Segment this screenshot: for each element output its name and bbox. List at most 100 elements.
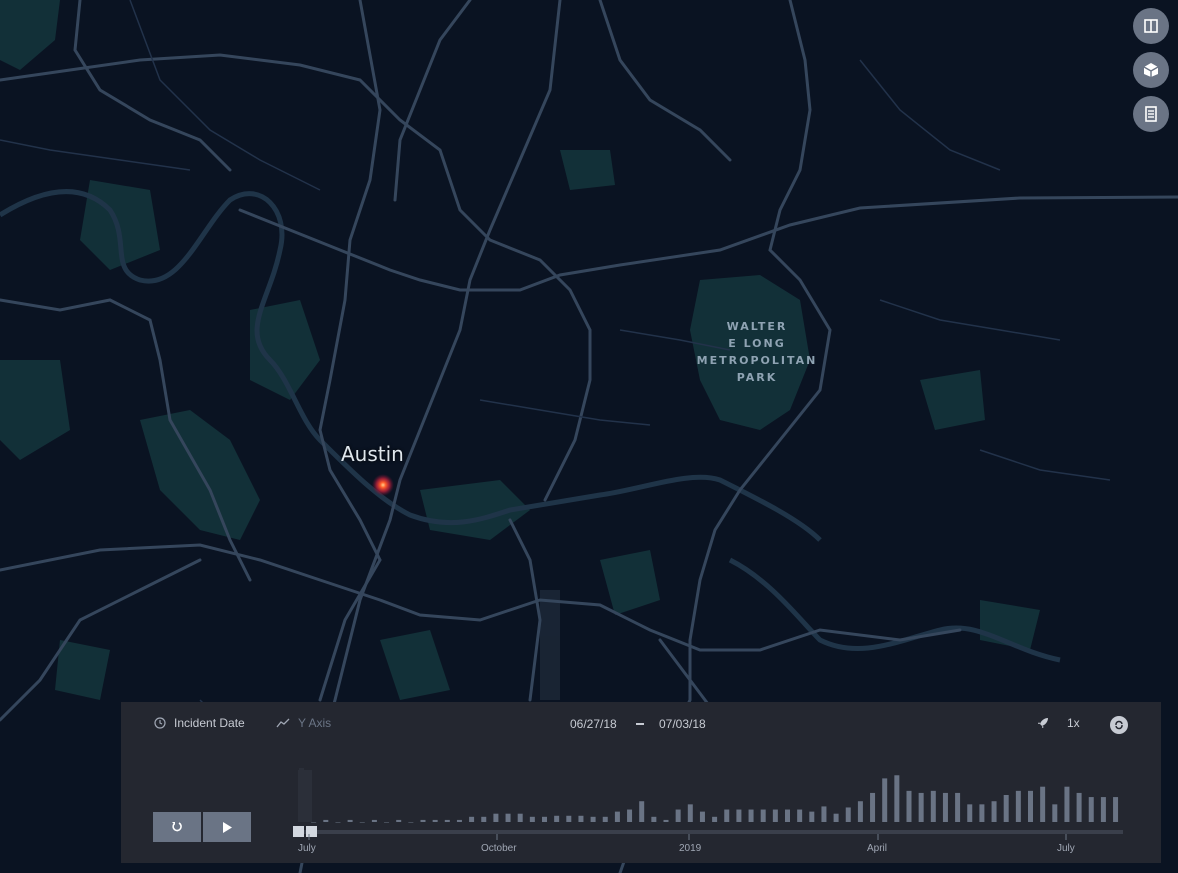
date-separator — [636, 723, 644, 725]
histogram-bar — [1076, 792, 1082, 822]
histogram-bar — [979, 804, 985, 822]
histogram-bar — [785, 809, 790, 822]
play-icon — [223, 821, 232, 833]
histogram-bar — [335, 822, 341, 823]
histogram-bar — [918, 792, 924, 822]
city-label: Austin — [341, 442, 404, 466]
sync-button[interactable] — [1110, 716, 1128, 734]
histogram-bar — [821, 806, 827, 822]
tick-label: July — [1057, 843, 1075, 854]
histogram-bar — [469, 816, 475, 822]
time-field-label: Incident Date — [174, 716, 245, 730]
histogram-bar — [1003, 795, 1009, 822]
legend-button[interactable] — [1133, 96, 1169, 132]
histogram-bar — [614, 811, 620, 822]
histogram-bar — [639, 801, 645, 822]
histogram-bar — [347, 819, 353, 822]
park-label: WALTER E LONG METROPOLITAN PARK — [695, 318, 819, 386]
histogram-bar — [1052, 804, 1058, 822]
histogram-bar — [554, 815, 560, 822]
histogram-bar — [396, 819, 402, 822]
histogram-bar — [991, 801, 997, 822]
date-end[interactable]: 07/03/18 — [659, 717, 706, 731]
histogram-bar — [894, 775, 900, 822]
tick-label: July — [298, 843, 316, 854]
park-label-line: E LONG — [728, 337, 786, 350]
histogram-bar — [1040, 786, 1046, 822]
timeline-panel: Incident Date Y Axis 06/27/18 07/03/18 1… — [121, 702, 1161, 863]
range-start-handle[interactable] — [293, 826, 304, 837]
histogram-bar — [748, 809, 754, 822]
histogram-bar — [736, 809, 742, 822]
histogram-bar — [517, 813, 523, 822]
histogram-bar — [542, 816, 547, 822]
histogram-bar — [299, 768, 304, 822]
histogram-bar — [602, 816, 608, 822]
histogram-bar — [687, 804, 693, 822]
histogram-bar — [699, 811, 705, 822]
histogram-bar — [955, 792, 961, 822]
tick-label: April — [867, 843, 888, 854]
histogram-bar — [906, 790, 912, 822]
histogram-bar — [712, 816, 718, 822]
histogram-bar — [1088, 797, 1094, 822]
histogram-bar — [311, 822, 317, 823]
histogram-bar — [942, 792, 948, 822]
histogram[interactable] — [293, 762, 1123, 852]
histogram-bar — [772, 809, 778, 822]
y-axis-selector[interactable]: Y Axis — [276, 716, 331, 730]
tick-label: 2019 — [679, 843, 702, 854]
park-label-line: METROPOLITAN — [696, 354, 818, 367]
incident-hotspot — [372, 474, 394, 496]
split-map-button[interactable] — [1133, 8, 1169, 44]
histogram-bar — [408, 822, 414, 823]
reset-button[interactable] — [153, 812, 201, 842]
histogram-bar — [627, 809, 633, 822]
timeline-track[interactable] — [293, 830, 1123, 834]
histogram-bar — [359, 822, 365, 823]
reset-icon — [172, 822, 182, 832]
tick-label: October — [481, 843, 517, 854]
histogram-bar — [432, 819, 438, 822]
histogram-bar — [724, 809, 730, 822]
histogram-bar — [870, 792, 876, 822]
histogram-bar — [882, 778, 888, 822]
histogram-bar — [529, 816, 535, 822]
3d-view-button[interactable] — [1133, 52, 1169, 88]
range-end-handle[interactable] — [306, 826, 317, 837]
speed-control[interactable]: 1x — [1037, 716, 1080, 730]
histogram-bar — [590, 816, 596, 822]
histogram-bar — [1028, 790, 1033, 822]
histogram-bar — [809, 811, 815, 822]
histogram-bar — [566, 815, 572, 822]
histogram-bar — [505, 813, 511, 822]
line-chart-icon — [276, 718, 290, 728]
histogram-bar — [930, 790, 936, 822]
legend-icon — [1145, 106, 1157, 122]
histogram-bar — [323, 819, 329, 822]
histogram-bar — [578, 815, 584, 822]
date-start[interactable]: 06/27/18 — [570, 717, 617, 731]
histogram-bar — [1100, 797, 1106, 822]
time-field-selector[interactable]: Incident Date — [154, 716, 245, 730]
histogram-bar — [1015, 790, 1021, 822]
speed-label: 1x — [1067, 716, 1080, 730]
histogram-bar — [456, 819, 462, 822]
histogram-bar — [797, 809, 803, 822]
histogram-bar — [845, 807, 851, 822]
clock-icon — [154, 717, 166, 729]
histogram-bar — [760, 809, 766, 822]
histogram-bar — [420, 819, 426, 822]
histogram-bar — [651, 816, 657, 822]
histogram-bar — [1064, 786, 1070, 822]
histogram-bar — [493, 813, 499, 822]
histogram-bar — [371, 819, 377, 822]
park-label-line: PARK — [736, 371, 778, 384]
play-button[interactable] — [203, 812, 251, 842]
rocket-icon — [1038, 718, 1048, 728]
histogram-bar — [444, 819, 450, 822]
histogram-bar — [663, 819, 669, 822]
3d-view-icon — [1143, 63, 1159, 77]
histogram-bar — [857, 801, 863, 822]
histogram-bar — [384, 822, 390, 823]
